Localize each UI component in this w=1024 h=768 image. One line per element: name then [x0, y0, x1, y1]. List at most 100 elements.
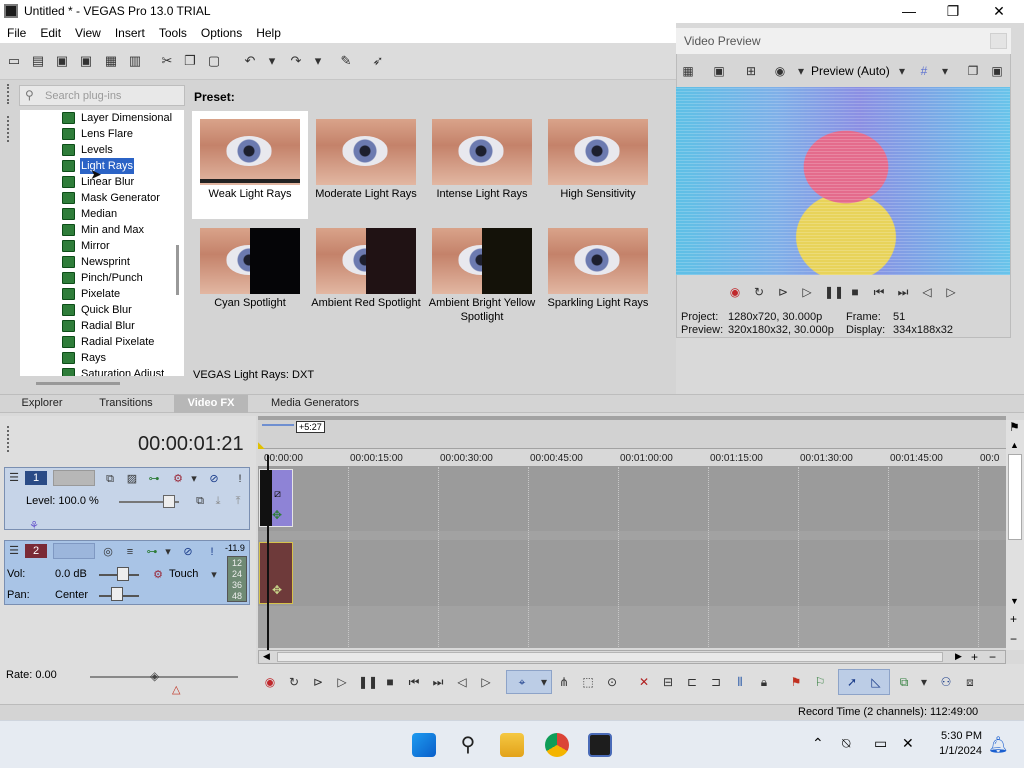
move-up-icon[interactable]: ⤒ [231, 494, 245, 508]
horizontal-scroll-thumb[interactable] [277, 652, 943, 662]
track-expand-icon[interactable]: ☰ [7, 544, 21, 558]
tree-vertical-scrollbar[interactable] [176, 245, 179, 295]
tree-item[interactable]: Saturation Adjust [20, 366, 184, 376]
normal-edit-tool-icon[interactable]: ⌖ [514, 674, 530, 690]
copy-snapshot-icon[interactable]: ❐ [966, 64, 980, 78]
scroll-right-icon[interactable]: ▶ [955, 651, 962, 662]
delete-icon[interactable]: ✕ [636, 674, 652, 690]
preset-ambient-red-spotlight[interactable]: Ambient Red Spotlight [308, 220, 424, 328]
timeline-horizontal-scrollbar[interactable]: ◀ ▶ + − [258, 650, 1006, 664]
track-expand-icon[interactable]: ☰ [7, 471, 21, 485]
automation-mode[interactable]: Touch [169, 568, 198, 580]
play-from-start-icon[interactable]: ⊳ [776, 285, 790, 299]
event-fx-icon[interactable]: ✥ [272, 508, 282, 522]
record-icon[interactable]: ◉ [262, 674, 278, 690]
automation-mode-dropdown-icon[interactable]: ▾ [207, 568, 221, 582]
redo-dropdown-icon[interactable]: ▾ [310, 53, 326, 69]
marker-icon[interactable]: ⚑ [788, 674, 804, 690]
network-icon[interactable]: ⍉ [842, 735, 850, 752]
save-icon[interactable]: ▣ [54, 53, 70, 69]
overlays-dropdown-icon[interactable]: ▾ [938, 64, 952, 78]
ignore-grouping-dropdown-icon[interactable]: ▾ [916, 674, 932, 690]
menu-view[interactable]: View [68, 23, 108, 40]
settings-gear-icon[interactable]: ⚙ [151, 568, 165, 582]
time-ruler[interactable]: 00:00:00 00:00:15:00 00:00:30:00 00:00:4… [258, 449, 1006, 467]
tree-item[interactable]: Pinch/Punch [20, 270, 184, 286]
auto-ripple-icon[interactable]: ➚ [844, 674, 860, 690]
grip-icon[interactable] [7, 426, 13, 452]
level-slider-thumb[interactable] [163, 495, 175, 508]
preset-high-sensitivity[interactable]: High Sensitivity [540, 111, 656, 219]
undo-dropdown-icon[interactable]: ▾ [264, 53, 280, 69]
pan-slider-thumb[interactable] [111, 587, 123, 601]
parent-track-icon[interactable]: ⧉ [193, 494, 207, 508]
vegas-pro-icon[interactable] [588, 733, 612, 757]
solo-icon[interactable]: ! [233, 472, 247, 486]
go-to-end-icon[interactable]: ⏭ [430, 674, 446, 690]
tab-explorer[interactable]: Explorer [8, 395, 76, 413]
settings-gear-icon[interactable]: ⚙ [171, 472, 185, 486]
redo-icon[interactable]: ↷ [288, 53, 304, 69]
video-track-lane[interactable] [258, 467, 1006, 531]
preset-weak-light-rays[interactable]: Weak Light Rays [192, 111, 308, 219]
menu-tools[interactable]: Tools [152, 23, 194, 40]
loop-icon[interactable]: ↻ [286, 674, 302, 690]
scroll-up-icon[interactable]: ▲ [1010, 440, 1019, 450]
loop-icon[interactable]: ↻ [752, 285, 766, 299]
video-event-clip[interactable]: ⧄ ✥ [259, 469, 293, 527]
rate-slider-track[interactable] [90, 676, 238, 678]
chrome-icon[interactable] [545, 733, 569, 757]
move-down-icon[interactable]: ⤓ [211, 494, 225, 508]
zoom-out-time-icon[interactable]: − [989, 650, 996, 664]
tree-item[interactable]: Radial Blur [20, 318, 184, 334]
cut-icon[interactable]: ✂ [159, 53, 175, 69]
selection-tool-icon[interactable]: ⬚ [580, 674, 596, 690]
record-icon[interactable]: ◉ [728, 285, 742, 299]
menu-edit[interactable]: Edit [33, 23, 68, 40]
preset-cyan-spotlight[interactable]: Cyan Spotlight [192, 220, 308, 328]
zoom-out-track-icon[interactable]: − [1010, 632, 1017, 646]
event-pan-crop-icon[interactable]: ⧄ [274, 488, 281, 501]
tree-item[interactable]: Rays [20, 350, 184, 366]
preset-intense-light-rays[interactable]: Intense Light Rays [424, 111, 540, 219]
overlays-icon[interactable]: # [917, 64, 931, 78]
snap-flag-icon[interactable]: ⚑ [1009, 420, 1020, 434]
rate-slider-thumb-icon[interactable]: ◈ [150, 669, 159, 683]
timecode-display[interactable]: 00:00:01:21 [138, 433, 244, 456]
preset-moderate-light-rays[interactable]: Moderate Light Rays [308, 111, 424, 219]
paste-icon[interactable]: ▢ [206, 53, 222, 69]
trim-start-icon[interactable]: ⊏ [684, 674, 700, 690]
channels-icon[interactable]: ◉ [773, 64, 787, 78]
audio-track-header[interactable]: ☰ 2 ◎ ≡ ⊶ ▾ ⊘ ! -11.9 12 24 36 48 Vol: 0… [4, 540, 250, 605]
play-icon[interactable]: ▷ [800, 285, 814, 299]
go-to-start-icon[interactable]: ⏮ [872, 285, 886, 299]
lock-envelopes-icon[interactable]: ◺ [868, 674, 884, 690]
tab-video-fx[interactable]: Video FX [174, 395, 248, 413]
play-from-start-icon[interactable]: ⊳ [310, 674, 326, 690]
tree-item[interactable]: Levels [20, 142, 184, 158]
tree-item[interactable]: Linear Blur [20, 174, 184, 190]
auto-crossfade-icon[interactable]: ⧈ [962, 674, 978, 690]
preview-properties-icon[interactable]: ▦ [681, 64, 695, 78]
tree-item[interactable]: Min and Max [20, 222, 184, 238]
split-icon[interactable]: ⫴ [732, 674, 748, 690]
compositing-mode-icon[interactable]: ⊶ [147, 472, 161, 486]
tree-item-selected[interactable]: Light Rays [20, 157, 184, 175]
save-as-icon[interactable]: ▣ [78, 53, 94, 69]
region-icon[interactable]: ⚐ [812, 674, 828, 690]
notification-bell-icon[interactable]: 🔔︎ [988, 735, 1008, 755]
tree-item[interactable]: Median [20, 206, 184, 222]
track-name-field[interactable] [53, 470, 95, 486]
track-fx-chain-icon[interactable]: ⚘ [27, 519, 41, 533]
timeline-vertical-scrollbar[interactable]: ⚑ ▲ ▼ + − [1006, 420, 1024, 650]
start-icon[interactable] [412, 733, 436, 757]
video-preview-close-button[interactable] [990, 33, 1007, 49]
go-to-end-icon[interactable]: ⏭ [896, 285, 910, 299]
stop-icon[interactable]: ■ [382, 674, 398, 690]
zoom-tool-icon[interactable]: ⊙ [604, 674, 620, 690]
maximize-button[interactable]: ❐ [938, 2, 968, 22]
pause-icon[interactable]: ❚❚ [358, 674, 378, 690]
tree-item[interactable]: Newsprint [20, 254, 184, 270]
chevron-up-icon[interactable]: ⌃ [812, 735, 824, 752]
tree-item[interactable]: Quick Blur [20, 302, 184, 318]
